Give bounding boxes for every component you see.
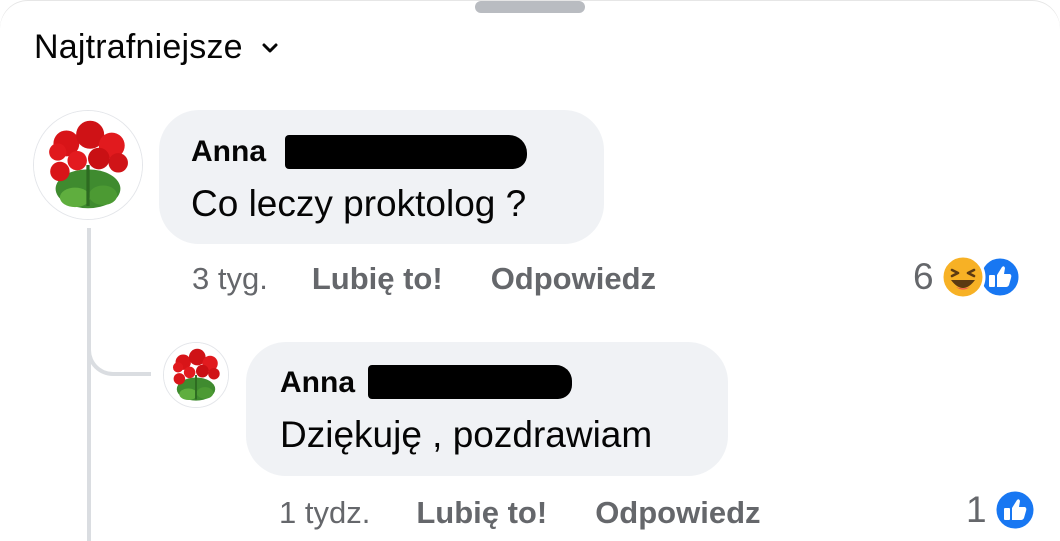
- reaction-count: 6: [913, 256, 934, 297]
- author-name[interactable]: Anna: [191, 135, 266, 169]
- reactions-summary[interactable]: 6: [913, 254, 1022, 300]
- geranium-avatar-image: [164, 343, 228, 407]
- chevron-down-icon: [262, 43, 278, 52]
- redacted-surname: [285, 135, 527, 169]
- avatar[interactable]: [33, 110, 143, 220]
- avatar[interactable]: [163, 342, 229, 408]
- reaction-count: 1: [966, 489, 987, 530]
- redacted-surname: [368, 365, 572, 399]
- sort-dropdown[interactable]: Najtrafniejsze: [34, 28, 279, 67]
- reactions-summary[interactable]: 1: [966, 488, 1037, 532]
- comment-bubble[interactable]: Anna Dziękuję , pozdrawiam: [246, 342, 728, 476]
- geranium-avatar-image: [34, 111, 142, 219]
- reply-button[interactable]: Odpowiedz: [595, 495, 760, 531]
- author-name[interactable]: Anna: [280, 366, 355, 400]
- comment-bubble[interactable]: Anna Co leczy proktolog ?: [159, 110, 604, 244]
- thread-line: [87, 228, 91, 541]
- like-icon: [993, 488, 1037, 532]
- comment-actions: 1 tydz. Lubię to! Odpowiedz: [279, 495, 761, 531]
- like-button[interactable]: Lubię to!: [416, 495, 547, 531]
- comment-text: Co leczy proktolog ?: [191, 183, 527, 224]
- sheet-drag-handle[interactable]: [475, 1, 585, 13]
- reply-connector: [87, 300, 151, 376]
- comment-time[interactable]: 3 tyg.: [192, 261, 268, 297]
- reply-button[interactable]: Odpowiedz: [491, 261, 656, 297]
- comment-time[interactable]: 1 tydz.: [279, 495, 370, 531]
- comment-text: Dziękuję , pozdrawiam: [280, 414, 653, 455]
- comment-actions: 3 tyg. Lubię to! Odpowiedz: [192, 261, 656, 297]
- like-button[interactable]: Lubię to!: [312, 261, 443, 297]
- sort-label: Najtrafniejsze: [34, 28, 243, 66]
- haha-icon: [940, 254, 986, 300]
